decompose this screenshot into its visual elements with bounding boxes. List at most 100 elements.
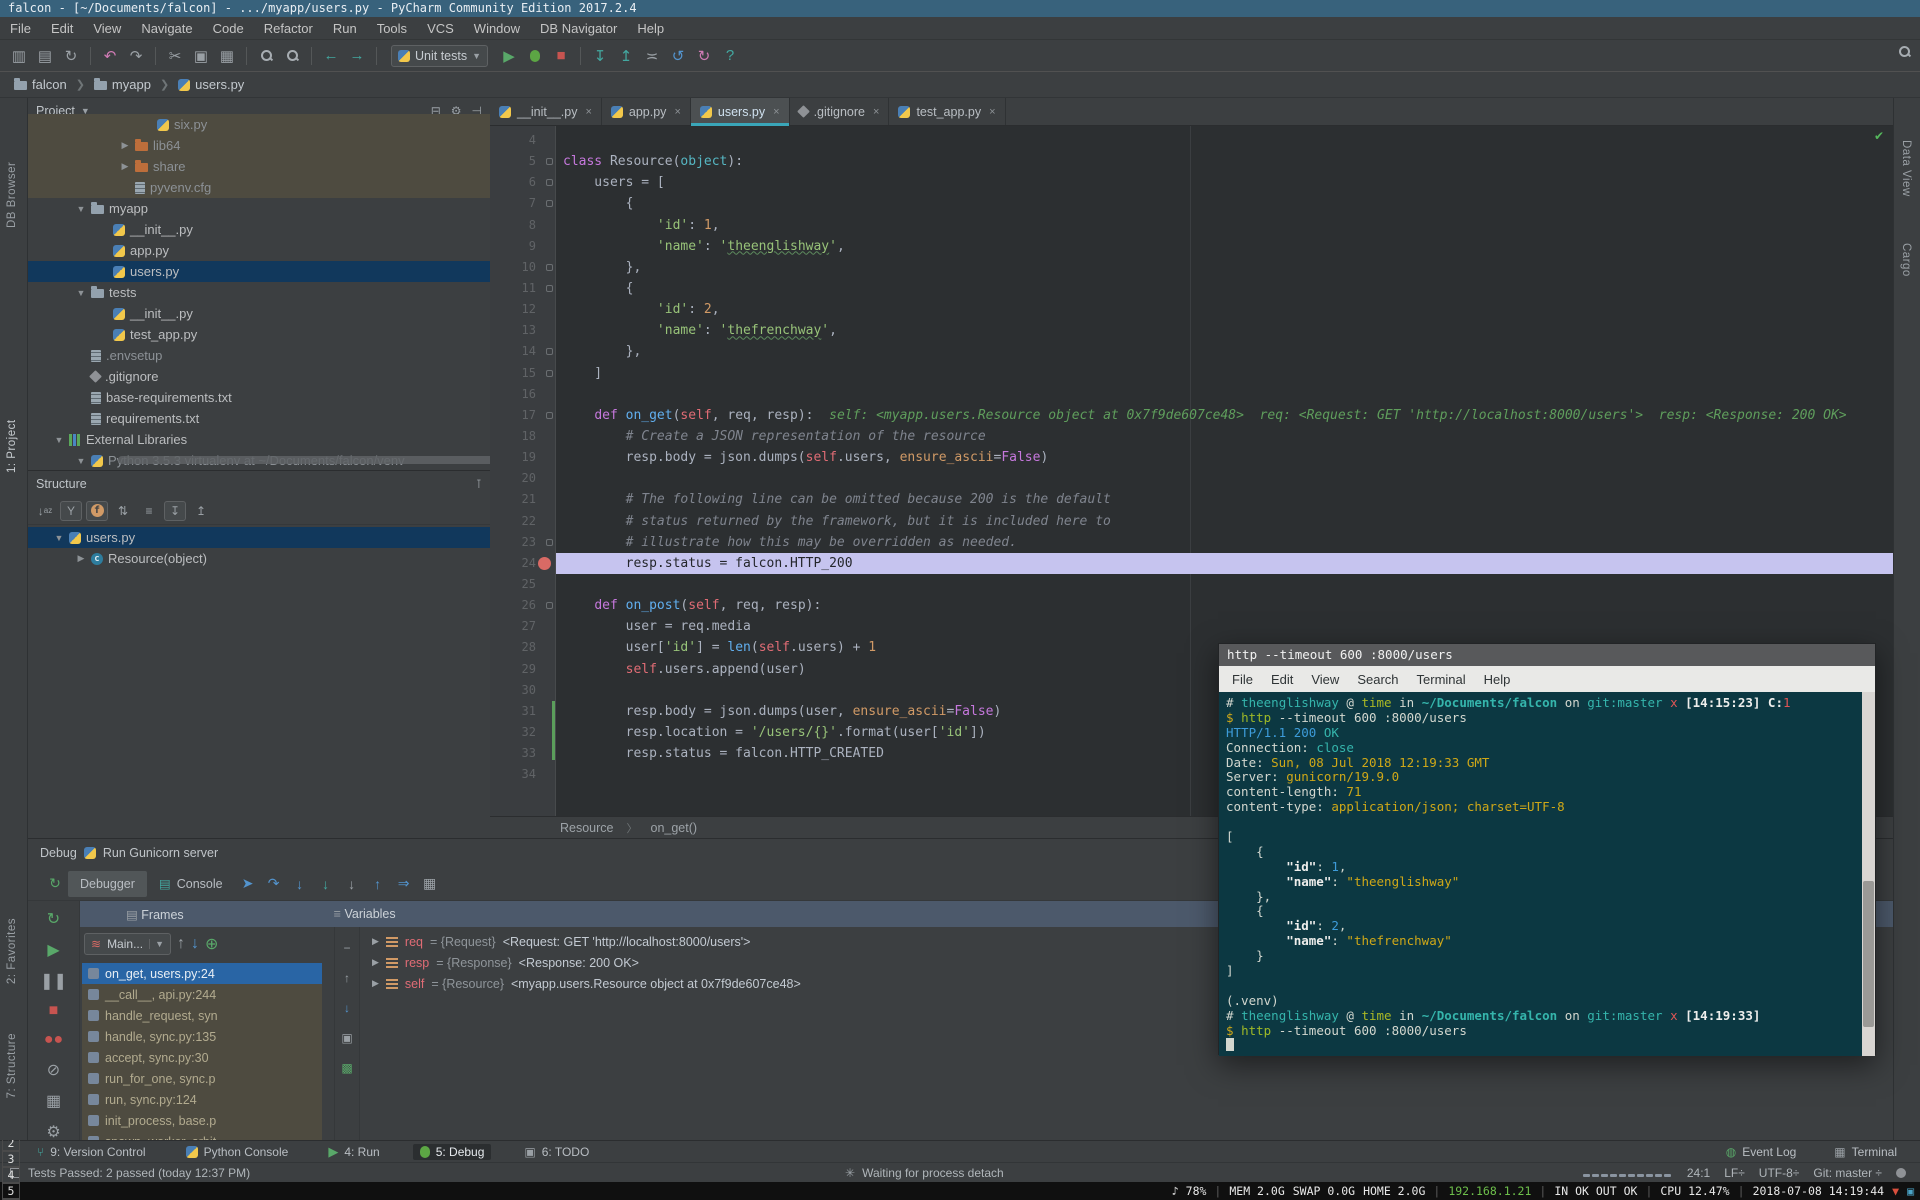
project-item-tests[interactable]: ▼tests (28, 282, 490, 303)
line-ending-indicator[interactable]: LF÷ (1724, 1166, 1745, 1180)
terminal-menu-view[interactable]: View (1302, 672, 1348, 687)
tab-app-py[interactable]: app.py× (602, 98, 691, 125)
structure-item-users-py[interactable]: ▼users.py (28, 527, 490, 548)
tool-strip-tab-data-view[interactable]: Data View (1900, 140, 1912, 197)
debug-icon[interactable] (522, 44, 548, 68)
paste-icon[interactable]: ▦ (214, 44, 240, 68)
project-item-lib64[interactable]: ▶lib64 (28, 135, 490, 156)
move-up-icon[interactable]: ↑ (344, 971, 350, 985)
fold-marker-icon[interactable] (546, 602, 553, 609)
workspace-4[interactable]: 4 (2, 1167, 20, 1183)
scroll-to-source-icon[interactable]: ⊺ (476, 477, 482, 491)
fold-marker-icon[interactable] (546, 200, 553, 207)
vcs-update-icon[interactable]: ↧ (587, 44, 613, 68)
frame-item-2[interactable]: handle_request, syn (82, 1005, 322, 1026)
stop-icon[interactable]: ■ (49, 1002, 59, 1020)
save-icon[interactable]: ▤ (32, 44, 58, 68)
terminal-window[interactable]: http --timeout 600 :8000/users FileEditV… (1218, 643, 1876, 1055)
menu-item-vcs[interactable]: VCS (417, 17, 464, 40)
pause-icon[interactable]: ❚❚ (40, 971, 67, 991)
menu-item-window[interactable]: Window (464, 17, 530, 40)
structure-item-resource-object-[interactable]: ▶cResource(object) (28, 548, 490, 569)
terminal-output[interactable]: # theenglishway @ time in ~/Documents/fa… (1219, 692, 1875, 1056)
horizontal-scrollbar[interactable] (118, 456, 498, 464)
collapse-all-icon[interactable]: ≡ (138, 501, 160, 521)
close-icon[interactable]: × (674, 106, 680, 118)
hide-library-frames-icon[interactable]: ⊕ (205, 934, 218, 954)
run-icon[interactable]: ▶ (496, 44, 522, 68)
menu-item-edit[interactable]: Edit (41, 17, 83, 40)
vcs-revert-icon[interactable]: ↺ (665, 44, 691, 68)
sync-icon[interactable]: ↻ (58, 44, 84, 68)
toolwindow-button-python-console[interactable]: Python Console (179, 1144, 296, 1160)
fold-marker-icon[interactable] (546, 158, 553, 165)
search-everywhere-icon[interactable] (1899, 46, 1910, 57)
forward-icon[interactable]: → (344, 44, 370, 68)
move-down-icon[interactable]: ↓ (344, 1001, 350, 1015)
find-icon[interactable] (253, 44, 279, 68)
toolwindow-button-4-run[interactable]: ▶4: Run (321, 1143, 386, 1161)
copy-icon[interactable]: ▣ (188, 44, 214, 68)
fold-marker-icon[interactable] (546, 179, 553, 186)
tool-strip-tab-cargo[interactable]: Cargo (1900, 243, 1912, 277)
fold-marker-icon[interactable] (546, 412, 553, 419)
show-fields-icon[interactable]: f (86, 501, 108, 521)
resume-icon[interactable]: ▶ (47, 940, 59, 960)
tool-strip-tab-1-project[interactable]: 1: Project (6, 323, 18, 473)
terminal-title[interactable]: http --timeout 600 :8000/users (1219, 644, 1875, 666)
tab-debugger[interactable]: Debugger (68, 871, 147, 897)
tree-arrow-icon[interactable]: ▶ (76, 553, 86, 564)
thread-selector[interactable]: ≋ Main... ▼ (84, 933, 171, 955)
project-item-base-requirements-txt[interactable]: base-requirements.txt (28, 387, 490, 408)
step-over-icon[interactable]: ↷ (261, 875, 287, 892)
toolwindow-button-6-todo[interactable]: ▣6: TODO (517, 1144, 596, 1160)
toolwindow-button-event-log[interactable]: ◍Event Log (1719, 1144, 1804, 1160)
redo-icon[interactable]: ↷ (123, 44, 149, 68)
help-icon[interactable]: ? (717, 44, 743, 68)
evaluate-expression-icon[interactable]: ▦ (417, 875, 443, 892)
editor-gutter[interactable]: 4567891011121314151617181920212223242526… (490, 126, 556, 816)
editor-crumb-0[interactable]: Resource (560, 821, 614, 835)
variable-row-req[interactable]: ▶req = {Request} <Request: GET 'http://l… (372, 931, 750, 952)
autoscroll-from-source-icon[interactable]: ↥ (190, 501, 212, 521)
expand-icon[interactable]: ▶ (372, 978, 379, 989)
project-item-__init__-py[interactable]: __init__.py (28, 303, 490, 324)
sort-alpha-icon[interactable]: ↓az (34, 501, 56, 521)
frame-item-7[interactable]: init_process, base.p (82, 1110, 322, 1131)
step-into-my-code-icon[interactable]: ↓ (313, 876, 339, 892)
project-item-share[interactable]: ▶share (28, 156, 490, 177)
fold-marker-icon[interactable] (546, 539, 553, 546)
project-item-pyvenv-cfg[interactable]: pyvenv.cfg (28, 177, 490, 198)
rerun-debug-icon[interactable]: ↻ (42, 875, 68, 892)
project-item-requirements-txt[interactable]: requirements.txt (28, 408, 490, 429)
breadcrumb-item-falcon[interactable]: falcon (10, 77, 71, 92)
variable-row-self[interactable]: ▶self = {Resource} <myapp.users.Resource… (372, 973, 801, 994)
close-icon[interactable]: × (773, 106, 779, 118)
menu-item-tools[interactable]: Tools (367, 17, 417, 40)
step-out-icon[interactable]: ↑ (365, 876, 391, 892)
fold-marker-icon[interactable] (546, 348, 553, 355)
editor-crumb-1[interactable]: on_get() (651, 821, 698, 835)
tab-test_app-py[interactable]: test_app.py× (889, 98, 1005, 125)
workspace-3[interactable]: 3 (2, 1151, 20, 1167)
run-to-cursor-icon[interactable]: ⇒ (391, 875, 417, 892)
restore-layout-icon[interactable]: ▦ (46, 1091, 61, 1111)
show-inherited-icon[interactable]: Y (60, 501, 82, 521)
open-icon[interactable]: ▥ (6, 44, 32, 68)
frame-down-icon[interactable]: ↓ (191, 935, 199, 953)
caret-position[interactable]: 24:1 (1687, 1166, 1710, 1180)
terminal-menu-help[interactable]: Help (1475, 672, 1520, 687)
tool-strip-tab-2-favorites[interactable]: 2: Favorites (6, 918, 18, 984)
back-icon[interactable]: ← (318, 44, 344, 68)
tree-arrow-icon[interactable]: ▼ (54, 533, 64, 543)
tree-arrow-icon[interactable]: ▶ (120, 140, 130, 151)
menu-item-view[interactable]: View (83, 17, 131, 40)
menu-item-help[interactable]: Help (627, 17, 674, 40)
project-item--envsetup[interactable]: .envsetup (28, 345, 490, 366)
close-icon[interactable]: × (873, 106, 879, 118)
undo-icon[interactable]: ↶ (97, 44, 123, 68)
breadcrumb-item-myapp[interactable]: myapp (90, 77, 155, 92)
tree-arrow-icon[interactable]: ▼ (54, 435, 64, 445)
vcs-diff-icon[interactable]: ≍ (639, 44, 665, 68)
fold-marker-icon[interactable] (546, 370, 553, 377)
